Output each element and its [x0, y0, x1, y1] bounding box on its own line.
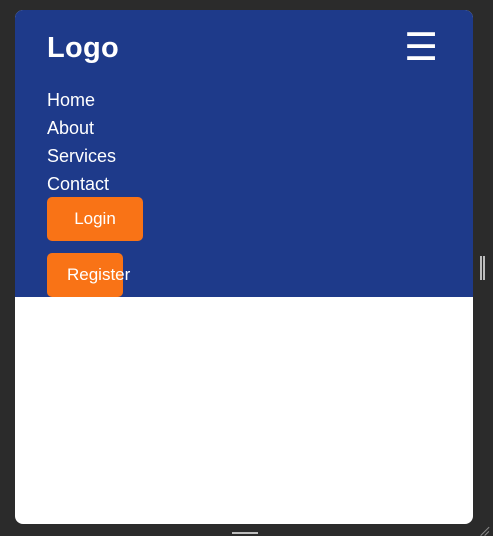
nav-item-services[interactable]: Services	[47, 142, 116, 170]
vertical-resize-handle[interactable]	[480, 256, 485, 280]
navbar: Logo ☰ Home About Services Contact Login…	[15, 10, 473, 297]
nav-item-home[interactable]: Home	[47, 86, 116, 114]
horizontal-resize-handle[interactable]	[232, 532, 258, 534]
preview-frame: Logo ☰ Home About Services Contact Login…	[15, 10, 473, 524]
hamburger-icon[interactable]: ☰	[403, 28, 439, 68]
register-button[interactable]: Register	[47, 253, 130, 297]
nav-item-contact[interactable]: Contact	[47, 170, 116, 198]
nav-menu: Home About Services Contact	[47, 86, 116, 198]
resize-corner-icon[interactable]	[480, 526, 490, 536]
login-button[interactable]: Login	[47, 197, 143, 241]
logo[interactable]: Logo	[47, 32, 119, 65]
nav-item-about[interactable]: About	[47, 114, 116, 142]
